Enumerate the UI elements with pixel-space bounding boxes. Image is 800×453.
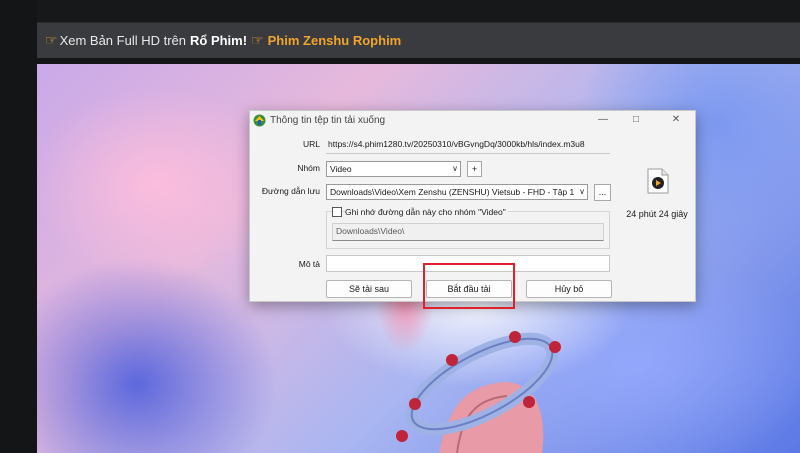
description-label: Mô tả bbox=[298, 259, 320, 269]
url-value[interactable]: https://s4.phim1280.tv/20250310/vBGvngDq… bbox=[328, 139, 585, 149]
highlight-box bbox=[423, 263, 515, 309]
video-file-icon bbox=[647, 168, 669, 194]
ring-gem bbox=[396, 430, 408, 442]
pointing-hand-icon: ☞ bbox=[45, 32, 58, 48]
group-label: Nhóm bbox=[297, 163, 320, 173]
remember-path-label: Ghi nhớ đường dẫn này cho nhóm "Video" bbox=[345, 207, 508, 217]
dialog-titlebar: Thông tin tệp tin tải xuống — □ ✕ bbox=[250, 111, 695, 131]
chevron-down-icon: ∨ bbox=[452, 164, 458, 173]
url-label: URL bbox=[302, 139, 320, 149]
left-page-strip bbox=[0, 0, 37, 453]
ring-gem bbox=[523, 396, 535, 408]
ring-gem bbox=[409, 398, 421, 410]
ring-gem bbox=[446, 354, 458, 366]
minimize-icon[interactable]: — bbox=[595, 114, 611, 126]
save-path-value: Downloads\Video\Xem Zenshu (ZENSHU) Viet… bbox=[330, 187, 575, 197]
download-later-button[interactable]: Sẽ tải sau bbox=[326, 280, 412, 298]
url-underline bbox=[326, 153, 610, 154]
chevron-down-icon: ∨ bbox=[577, 185, 585, 199]
top-page-strip bbox=[37, 0, 800, 22]
group-select[interactable]: Video ∨ bbox=[326, 161, 461, 177]
group-select-value: Video bbox=[330, 164, 352, 174]
save-path-label: Đường dẫn lưu bbox=[261, 186, 320, 196]
add-group-button[interactable]: + bbox=[467, 161, 482, 177]
maximize-icon[interactable]: □ bbox=[628, 114, 644, 126]
close-icon[interactable]: ✕ bbox=[668, 114, 684, 126]
browse-button[interactable]: ... bbox=[594, 184, 611, 201]
save-path-select[interactable]: Downloads\Video\Xem Zenshu (ZENSHU) Viet… bbox=[326, 184, 588, 200]
remember-path-checkbox[interactable] bbox=[332, 207, 342, 217]
ring-gem bbox=[549, 341, 561, 353]
ring-gem bbox=[509, 331, 521, 343]
remember-path-field: Downloads\Video\ bbox=[332, 223, 604, 241]
dialog-title: Thông tin tệp tin tải xuống bbox=[270, 115, 386, 126]
banner-movie-link[interactable]: Phim Zenshu Rophim bbox=[268, 33, 402, 48]
promo-banner: ☞ Xem Bản Full HD trên Rổ Phim! ☞ Phim Z… bbox=[37, 22, 800, 58]
duration-text: 24 phút 24 giây bbox=[626, 209, 688, 219]
cancel-button[interactable]: Hủy bỏ bbox=[526, 280, 612, 298]
banner-text: Xem Bản Full HD trên bbox=[59, 33, 186, 48]
banner-site-link[interactable]: Rổ Phim! bbox=[190, 33, 247, 48]
idm-app-icon bbox=[253, 114, 266, 127]
pointing-hand-icon: ☞ bbox=[251, 32, 264, 48]
